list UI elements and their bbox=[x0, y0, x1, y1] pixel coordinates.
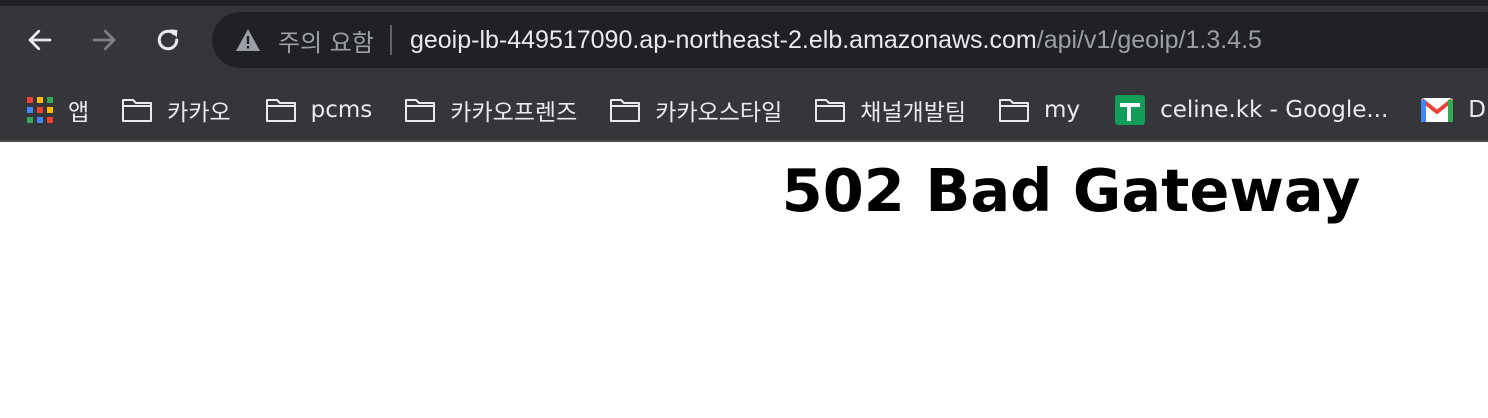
address-bar[interactable]: 주의 요함 geoip-lb-449517090.ap-northeast-2.… bbox=[212, 12, 1488, 68]
page-title: 502 Bad Gateway bbox=[781, 156, 1361, 225]
reload-icon bbox=[157, 29, 179, 51]
google-sheets-icon bbox=[1114, 94, 1146, 126]
bookmark-label: my bbox=[1044, 97, 1081, 123]
browser-toolbar: 주의 요함 geoip-lb-449517090.ap-northeast-2.… bbox=[0, 0, 1488, 80]
page-content: 502 Bad Gateway bbox=[0, 142, 1488, 418]
folder-icon bbox=[814, 97, 846, 123]
bookmark-folder-channel-dev[interactable]: 채널개발팀 bbox=[802, 88, 978, 132]
bookmark-folder-kakaofriends[interactable]: 카카오프렌즈 bbox=[392, 88, 589, 132]
arrow-right-icon bbox=[92, 29, 116, 51]
bookmark-label: celine.kk - Google... bbox=[1160, 97, 1389, 123]
bookmarks-bar: 앱 카카오 pcms 카카오프렌즈 카카오스타일 채널개발팀 my celine… bbox=[0, 80, 1488, 140]
url-path[interactable]: /api/v1/geoip/1.3.4.5 bbox=[1037, 26, 1262, 55]
forward-button[interactable] bbox=[84, 20, 124, 60]
reload-button[interactable] bbox=[148, 20, 188, 60]
bookmark-folder-pcms[interactable]: pcms bbox=[253, 88, 385, 132]
security-status-label[interactable]: 주의 요함 bbox=[278, 23, 374, 58]
folder-icon bbox=[265, 97, 297, 123]
bookmark-folder-kakaostyle[interactable]: 카카오스타일 bbox=[597, 88, 794, 132]
gmail-icon bbox=[1420, 96, 1454, 124]
folder-icon bbox=[404, 97, 436, 123]
bookmark-label: 채널개발팀 bbox=[860, 100, 967, 126]
tab-strip-edge bbox=[0, 0, 1488, 6]
back-button[interactable] bbox=[20, 20, 60, 60]
folder-icon bbox=[609, 97, 641, 123]
bookmark-google-sheet[interactable]: celine.kk - Google... bbox=[1102, 88, 1400, 132]
warning-triangle-icon[interactable] bbox=[234, 26, 262, 54]
bookmark-gmail[interactable]: D bbox=[1408, 88, 1488, 132]
bookmark-label: 카카오스타일 bbox=[655, 100, 783, 126]
arrow-left-icon bbox=[28, 29, 52, 51]
bookmark-folder-kakao[interactable]: 카카오 bbox=[109, 88, 242, 132]
bookmark-label: 카카오프렌즈 bbox=[450, 100, 578, 126]
bookmark-label: D bbox=[1468, 97, 1487, 123]
omnibox-divider bbox=[389, 25, 392, 55]
bookmark-label: 카카오 bbox=[167, 100, 231, 126]
bookmark-folder-my[interactable]: my bbox=[986, 88, 1092, 132]
folder-icon bbox=[998, 97, 1030, 123]
apps-grid-icon bbox=[26, 96, 54, 124]
bookmark-label: pcms bbox=[310, 97, 373, 123]
bookmark-label: 앱 bbox=[68, 100, 90, 126]
bookmark-apps[interactable]: 앱 bbox=[14, 88, 101, 132]
folder-icon bbox=[121, 97, 153, 123]
url-host[interactable]: geoip-lb-449517090.ap-northeast-2.elb.am… bbox=[410, 26, 1037, 55]
